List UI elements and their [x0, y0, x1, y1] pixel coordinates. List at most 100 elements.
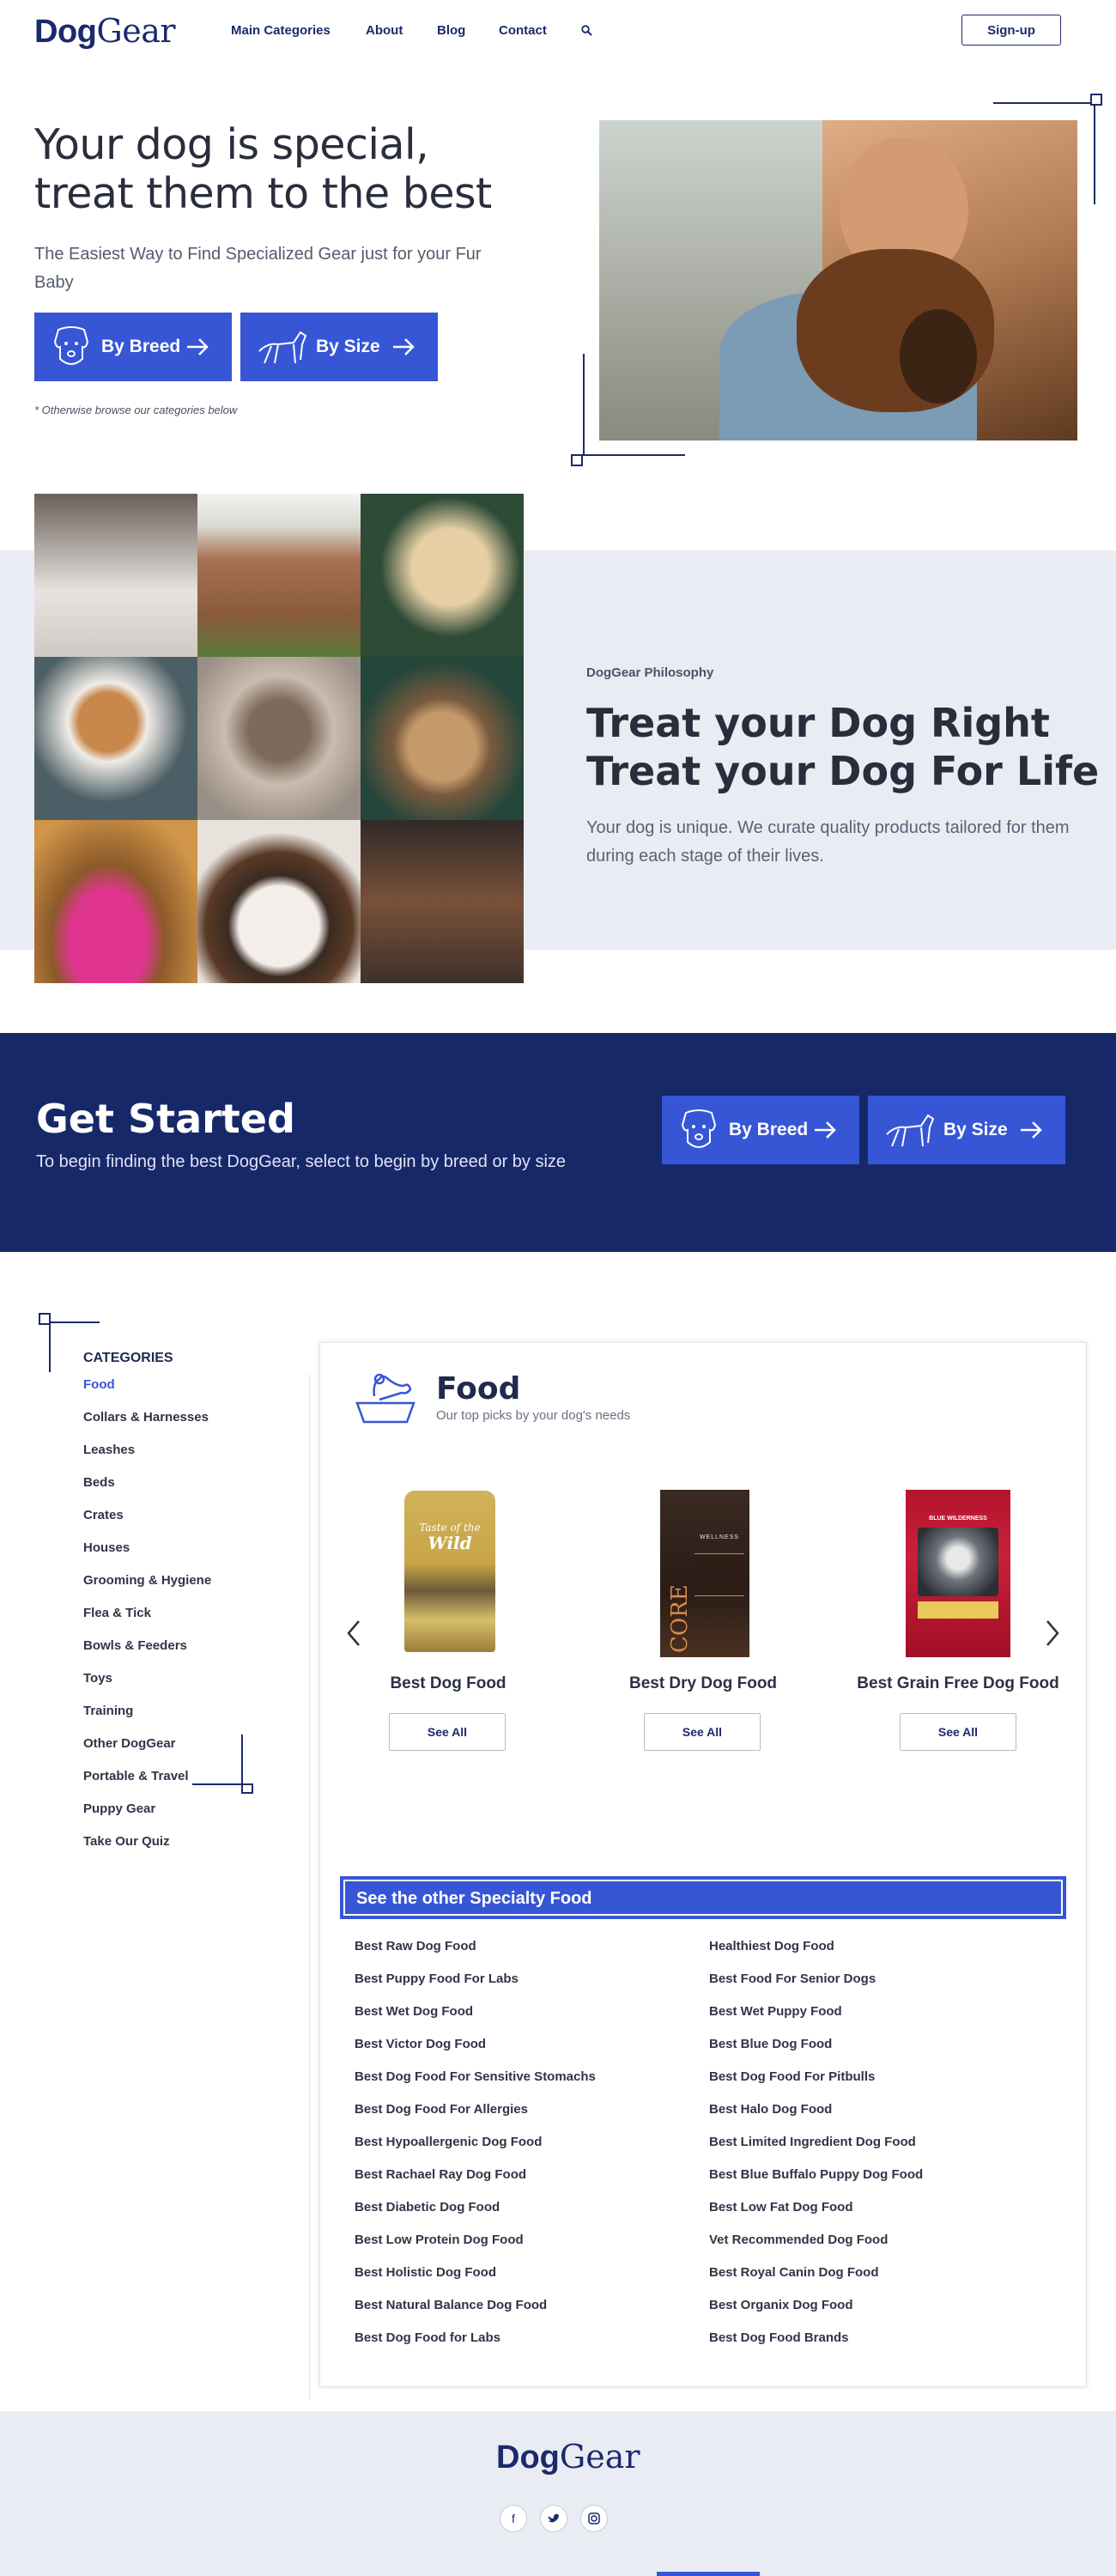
- category-puppy-gear[interactable]: Puppy Gear: [83, 1801, 211, 1834]
- arrow-right-icon: [393, 338, 415, 355]
- specialty-link[interactable]: Best Limited Ingredient Dog Food: [709, 2135, 923, 2167]
- specialty-link[interactable]: Best Halo Dog Food: [709, 2102, 923, 2135]
- categories-heading: CATEGORIES: [83, 1351, 173, 1365]
- specialty-link[interactable]: Best Blue Buffalo Puppy Dog Food: [709, 2167, 923, 2200]
- specialty-link[interactable]: Best Natural Balance Dog Food: [355, 2298, 596, 2330]
- philosophy-eyebrow: DogGear Philosophy: [586, 665, 714, 680]
- nav-main-categories[interactable]: Main Categories: [231, 23, 331, 38]
- nav-about[interactable]: About: [366, 23, 403, 38]
- product-name[interactable]: Best Dry Dog Food: [574, 1674, 832, 1693]
- specialty-link[interactable]: Best Rachael Ray Dog Food: [355, 2167, 596, 2200]
- dog-photo-puppies: [361, 820, 524, 983]
- site-logo[interactable]: DogGear: [34, 12, 176, 51]
- product-bag-blue-wilderness: BLUE WILDERNESS: [906, 1490, 1010, 1657]
- product-name[interactable]: Best Grain Free Dog Food: [829, 1674, 1087, 1693]
- arrow-right-icon: [815, 1121, 836, 1139]
- signup-button[interactable]: Sign-up: [961, 15, 1061, 46]
- footer-button-edge: [657, 2572, 760, 2576]
- specialty-link[interactable]: Best Royal Canin Dog Food: [709, 2265, 923, 2298]
- category-crates[interactable]: Crates: [83, 1508, 211, 1540]
- category-houses[interactable]: Houses: [83, 1540, 211, 1573]
- specialty-link[interactable]: Healthiest Dog Food: [709, 1939, 923, 1971]
- specialty-link[interactable]: Best Low Protein Dog Food: [355, 2233, 596, 2265]
- hero-subtitle: The Easiest Way to Find Specialized Gear…: [34, 245, 482, 292]
- category-toys[interactable]: Toys: [83, 1671, 211, 1704]
- specialty-link[interactable]: Best Dog Food Brands: [709, 2330, 923, 2363]
- specialty-link[interactable]: Best Puppy Food For Labs: [355, 1971, 596, 2004]
- category-flea-tick[interactable]: Flea & Tick: [83, 1606, 211, 1638]
- category-bowls-feeders[interactable]: Bowls & Feeders: [83, 1638, 211, 1671]
- by-breed-label: By Breed: [729, 1120, 809, 1139]
- get-started-by-size-button[interactable]: By Size: [868, 1096, 1065, 1164]
- dog-silhouette-icon: [258, 331, 307, 364]
- search-icon[interactable]: [581, 25, 592, 36]
- see-all-button[interactable]: See All: [900, 1713, 1016, 1751]
- sidebar-divider: [309, 1374, 310, 2400]
- bag1-text-line1: Taste of the: [419, 1522, 481, 1534]
- specialty-link[interactable]: Best Wet Puppy Food: [709, 2004, 923, 2037]
- arrow-right-icon: [187, 338, 209, 355]
- specialty-link[interactable]: Best Dog Food For Allergies: [355, 2102, 596, 2135]
- dog-photo-feeder-bowl: [34, 820, 197, 983]
- category-leashes[interactable]: Leashes: [83, 1443, 211, 1475]
- twitter-bird-icon: [548, 2513, 559, 2523]
- specialty-link[interactable]: Best Dog Food for Labs: [355, 2330, 596, 2363]
- corner-decoration: [192, 1735, 253, 1794]
- footer-logo[interactable]: DogGear: [496, 2438, 640, 2476]
- carousel-next-icon[interactable]: [1044, 1619, 1061, 1647]
- specialty-list-right: Healthiest Dog Food Best Food For Senior…: [709, 1939, 923, 2363]
- dog-bowl-icon: [355, 1373, 415, 1424]
- product-name[interactable]: Best Dog Food: [319, 1674, 577, 1693]
- instagram-icon[interactable]: [580, 2505, 608, 2532]
- carousel-prev-icon[interactable]: [345, 1619, 362, 1647]
- get-started-subtitle: To begin finding the best DogGear, selec…: [36, 1152, 567, 1171]
- get-started-by-breed-button[interactable]: By Breed: [662, 1096, 859, 1164]
- specialty-link[interactable]: Best Dog Food For Sensitive Stomachs: [355, 2069, 596, 2102]
- dog-photo-bulldog-coffee: [34, 494, 197, 657]
- category-take-quiz[interactable]: Take Our Quiz: [83, 1834, 211, 1867]
- dog-photo-grid: [34, 494, 524, 983]
- specialty-link[interactable]: Best Organix Dog Food: [709, 2298, 923, 2330]
- specialty-link[interactable]: Vet Recommended Dog Food: [709, 2233, 923, 2265]
- specialty-link[interactable]: Best Diabetic Dog Food: [355, 2200, 596, 2233]
- specialty-link[interactable]: Best Holistic Dog Food: [355, 2265, 596, 2298]
- footer-logo-bold: Dog: [496, 2439, 560, 2476]
- specialty-link[interactable]: Best Victor Dog Food: [355, 2037, 596, 2069]
- category-food[interactable]: Food: [83, 1377, 211, 1410]
- specialty-link[interactable]: Best Low Fat Dog Food: [709, 2200, 923, 2233]
- hero-by-size-button[interactable]: By Size: [240, 313, 438, 381]
- facebook-icon[interactable]: f: [500, 2505, 527, 2532]
- browse-note: * Otherwise browse our categories below: [34, 404, 238, 416]
- dog-photo-puppy-cup: [197, 820, 361, 983]
- specialty-link[interactable]: Best Dog Food For Pitbulls: [709, 2069, 923, 2102]
- specialty-heading: See the other Specialty Food: [340, 1876, 1066, 1919]
- get-started-title: Get Started: [36, 1096, 295, 1142]
- twitter-icon[interactable]: [540, 2505, 567, 2532]
- dog-photo-pug-blanket: [197, 657, 361, 820]
- footer: [0, 2411, 1116, 2576]
- specialty-link[interactable]: Best Blue Dog Food: [709, 2037, 923, 2069]
- category-collars-harnesses[interactable]: Collars & Harnesses: [83, 1410, 211, 1443]
- footer-logo-light: Gear: [559, 2438, 640, 2476]
- see-all-button[interactable]: See All: [644, 1713, 761, 1751]
- product-bag-taste-of-the-wild: Taste of the Wild: [404, 1491, 495, 1652]
- category-beds[interactable]: Beds: [83, 1475, 211, 1508]
- specialty-link[interactable]: Best Hypoallergenic Dog Food: [355, 2135, 596, 2167]
- philosophy-text: Your dog is unique. We curate quality pr…: [586, 818, 1070, 866]
- specialty-link[interactable]: Best Wet Dog Food: [355, 2004, 596, 2037]
- logo-light-text: Gear: [96, 12, 176, 50]
- dog-face-icon: [681, 1109, 717, 1148]
- food-subtitle: Our top picks by your dog's needs: [436, 1408, 631, 1423]
- dog-silhouette-icon: [886, 1114, 935, 1147]
- category-grooming-hygiene[interactable]: Grooming & Hygiene: [83, 1573, 211, 1606]
- bag2-brand-text: WELLNESS: [699, 1534, 740, 1540]
- specialty-link[interactable]: Best Raw Dog Food: [355, 1939, 596, 1971]
- nav-blog[interactable]: Blog: [437, 23, 465, 38]
- specialty-link[interactable]: Best Food For Senior Dogs: [709, 1971, 923, 2004]
- nav-contact[interactable]: Contact: [499, 23, 547, 38]
- by-breed-label: By Breed: [101, 337, 181, 356]
- hero-by-breed-button[interactable]: By Breed: [34, 313, 232, 381]
- see-all-button[interactable]: See All: [389, 1713, 506, 1751]
- dog-photo-shih-tzu: [361, 657, 524, 820]
- category-training[interactable]: Training: [83, 1704, 211, 1736]
